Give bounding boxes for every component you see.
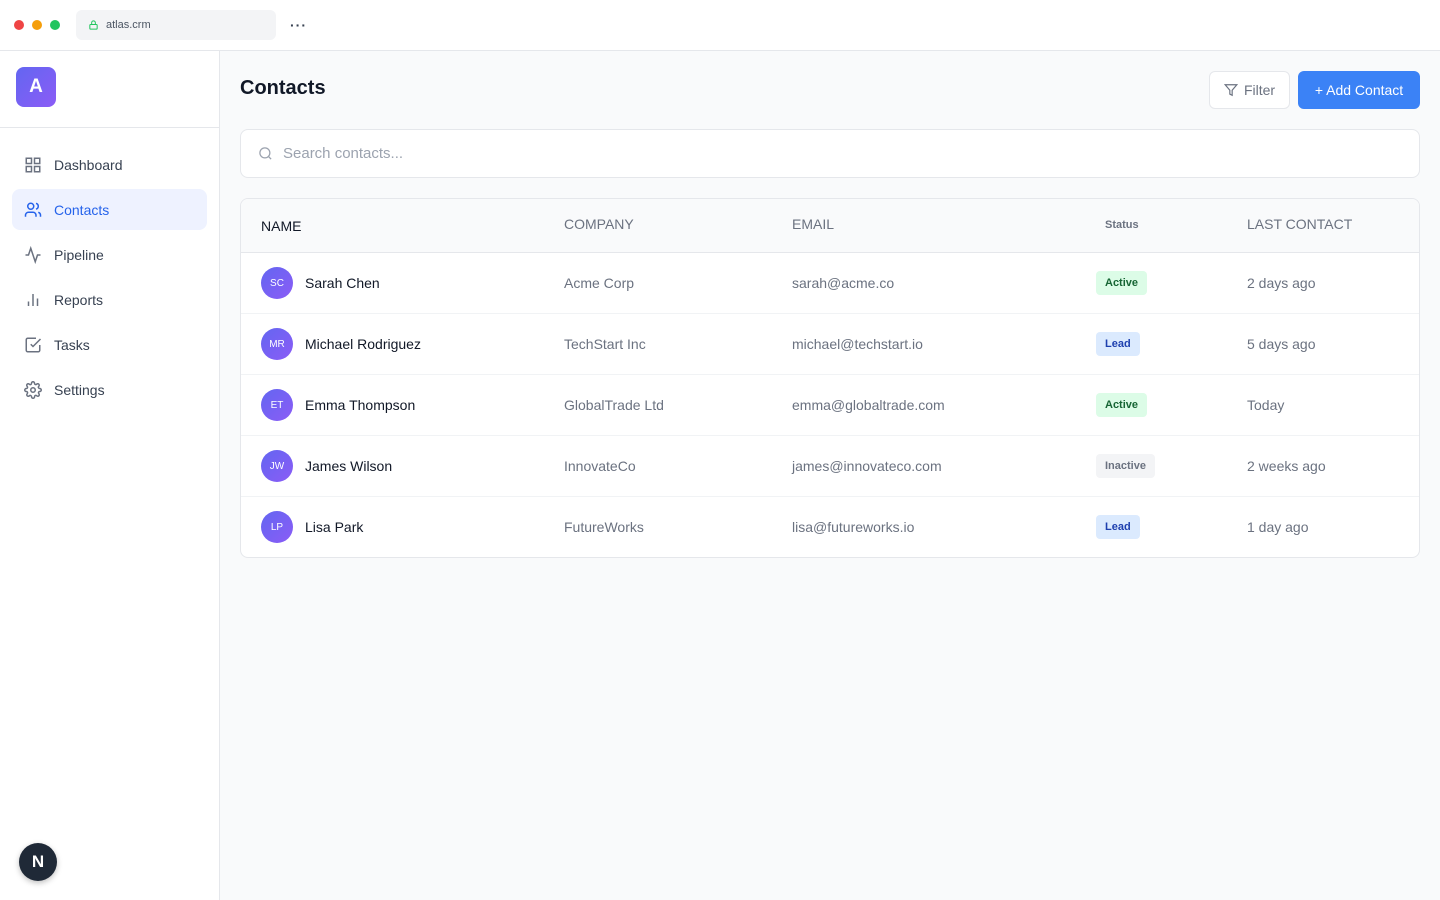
contact-email[interactable]: james@innovateco.com: [792, 458, 942, 474]
close-window-button[interactable]: [14, 20, 24, 30]
table-row[interactable]: ET Emma Thompson GlobalTrade Ltd emma@gl…: [241, 375, 1419, 436]
column-header-company[interactable]: COMPANY: [564, 216, 634, 232]
url-text: atlas.crm: [106, 19, 151, 31]
table-row[interactable]: LP Lisa Park FutureWorks lisa@futurework…: [241, 497, 1419, 557]
contact-company: InnovateCo: [564, 458, 636, 474]
check-square-icon: [25, 337, 42, 352]
table-row[interactable]: JW James Wilson InnovateCo james@innovat…: [241, 436, 1419, 497]
gear-icon: [24, 380, 42, 399]
contact-name[interactable]: Sarah Chen: [305, 275, 380, 291]
contact-company: FutureWorks: [564, 519, 644, 535]
page-title: Contacts: [240, 77, 326, 99]
search-bar: [240, 129, 1420, 178]
more-options-icon[interactable]: ···: [290, 17, 307, 33]
sidebar: A Dashboard Contacts Pipeline Reports Ta…: [0, 51, 220, 900]
table-row[interactable]: MR Michael Rodriguez TechStart Inc micha…: [241, 314, 1419, 375]
main-content: Contacts Filter + Add Contact NAME COMPA…: [220, 51, 1440, 900]
app-logo[interactable]: A: [16, 67, 56, 107]
status-badge: Active: [1096, 393, 1148, 417]
column-header-email[interactable]: EMAIL: [792, 216, 834, 232]
column-header-status[interactable]: Status: [1105, 219, 1139, 231]
browser-chrome: atlas.crm ···: [0, 0, 1440, 51]
sidebar-item-reports[interactable]: Reports: [12, 279, 207, 320]
avatar: MR: [261, 328, 293, 360]
nextjs-badge[interactable]: N: [19, 843, 57, 881]
last-contact: 2 weeks ago: [1247, 458, 1326, 474]
avatar: LP: [261, 511, 293, 543]
status-badge: Inactive: [1096, 454, 1155, 478]
add-contact-button[interactable]: + Add Contact: [1298, 71, 1420, 109]
users-icon: [24, 202, 42, 217]
avatar: ET: [261, 389, 293, 421]
search-input[interactable]: [283, 145, 1383, 162]
last-contact: 2 days ago: [1247, 275, 1316, 291]
status-badge: Lead: [1096, 332, 1140, 356]
status-badge: Lead: [1096, 515, 1140, 539]
contacts-table: NAME COMPANY EMAIL Status LAST CONTACT S…: [240, 198, 1420, 558]
activity-icon: [25, 245, 41, 264]
avatar: SC: [261, 267, 293, 299]
column-header-last-contact[interactable]: LAST CONTACT: [1247, 216, 1352, 232]
maximize-window-button[interactable]: [50, 20, 60, 30]
window-controls: [14, 20, 60, 30]
logo-area: A: [0, 51, 219, 128]
sidebar-item-contacts[interactable]: Contacts: [12, 189, 207, 230]
sidebar-item-label: Tasks: [54, 336, 90, 353]
filter-label: Filter: [1243, 82, 1276, 98]
contact-name[interactable]: Michael Rodriguez: [305, 336, 421, 352]
contact-company: Acme Corp: [564, 275, 635, 291]
last-contact: 1 day ago: [1247, 519, 1309, 535]
contact-email[interactable]: michael@techstart.io: [792, 336, 923, 352]
status-badge: Active: [1096, 271, 1148, 295]
sidebar-item-label: Dashboard: [54, 156, 123, 173]
sidebar-nav: Dashboard Contacts Pipeline Reports Task…: [12, 144, 207, 414]
sidebar-item-dashboard[interactable]: Dashboard: [12, 144, 207, 185]
sidebar-item-label: Contacts: [54, 201, 110, 218]
sidebar-item-label: Pipeline: [54, 246, 104, 263]
contact-name[interactable]: Lisa Park: [305, 519, 363, 535]
last-contact: 5 days ago: [1247, 336, 1316, 352]
address-bar[interactable]: atlas.crm: [76, 10, 276, 40]
sidebar-item-pipeline[interactable]: Pipeline: [12, 234, 207, 275]
sidebar-item-settings[interactable]: Settings: [12, 369, 207, 410]
bar-chart-icon: [27, 293, 39, 306]
column-header-name[interactable]: NAME: [261, 218, 301, 234]
contact-company: GlobalTrade Ltd: [564, 397, 664, 413]
table-header: NAME COMPANY EMAIL Status LAST CONTACT: [241, 199, 1419, 253]
table-row[interactable]: SC Sarah Chen Acme Corp sarah@acme.co Ac…: [241, 253, 1419, 314]
lock-icon: [89, 20, 98, 30]
grid-icon: [25, 157, 41, 172]
sidebar-item-label: Settings: [54, 381, 105, 398]
sidebar-item-tasks[interactable]: Tasks: [12, 324, 207, 365]
search-icon: [259, 147, 272, 160]
contact-company: TechStart Inc: [564, 336, 646, 352]
minimize-window-button[interactable]: [32, 20, 42, 30]
filter-button[interactable]: Filter: [1209, 71, 1290, 109]
avatar: JW: [261, 450, 293, 482]
contact-name[interactable]: James Wilson: [305, 458, 392, 474]
contact-email[interactable]: sarah@acme.co: [792, 275, 894, 291]
contact-email[interactable]: lisa@futureworks.io: [792, 519, 914, 535]
contact-name[interactable]: Emma Thompson: [305, 397, 415, 413]
filter-icon: [1223, 84, 1238, 97]
last-contact: Today: [1247, 397, 1285, 413]
contact-email[interactable]: emma@globaltrade.com: [792, 397, 945, 413]
sidebar-item-label: Reports: [54, 291, 104, 308]
